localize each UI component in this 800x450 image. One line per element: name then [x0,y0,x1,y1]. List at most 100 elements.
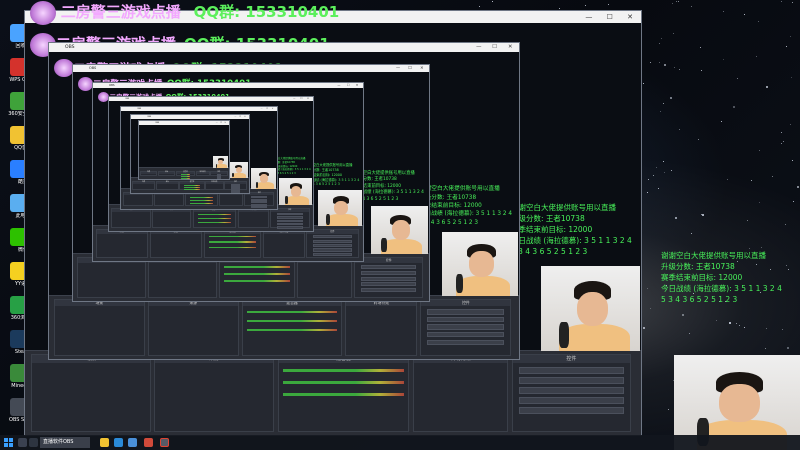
dock-header: 场景 [133,182,155,184]
streamer-name: 二房警三游戏点播 [60,3,181,21]
dock-scenes: 场景 [95,229,149,258]
webcam-feed [371,206,428,254]
dock-scenes: 场景 [132,181,156,190]
window-title: OBS [147,116,152,118]
control-button[interactable] [313,239,352,243]
control-button[interactable] [361,264,417,269]
control-button[interactable] [251,206,268,209]
dock-controls: 控件 [224,181,248,193]
taskbar-obs-button[interactable]: 直播软件OBS [40,437,90,448]
control-button[interactable] [277,223,303,226]
app-icon[interactable] [144,438,153,447]
store-icon[interactable] [128,438,137,447]
webcam-feed [541,266,640,351]
dock-sources: 来源 [155,181,179,190]
dock-mixer: 混音器 [175,171,196,179]
webcam-feed [279,178,312,205]
star [796,185,799,188]
dock-controls: 控件 [354,257,424,298]
control-button[interactable] [313,235,352,239]
control-button[interactable] [518,407,625,414]
control-button[interactable] [427,316,505,323]
obs-dock-panel: 场景来源混音器转场特效控件 [49,295,519,359]
star [781,328,783,330]
star [558,7,560,9]
control-button[interactable] [217,178,221,179]
star [785,264,787,266]
obs-window-frame: OBS— ☐ ✕场景来源混音器转场特效控件 [138,120,230,180]
dock-sources: 来源 [154,354,274,432]
control-button[interactable] [277,226,303,229]
today-stats-text: 今日战绩 (海拉德慕): 3 5 1 1 3 2 4 [661,284,782,293]
control-button[interactable] [277,219,303,222]
overlay-line: 5 3 4 3 6 5 2 5 1 2 3 [419,219,479,226]
dock-transitions: 转场特效 [205,181,224,190]
dock-scenes: 场景 [111,208,151,228]
star [772,175,774,177]
window-title-bar[interactable]: OBS— ☐ ✕ [73,65,429,72]
search-icon[interactable] [18,438,27,447]
dock-scenes: 场景 [122,192,153,206]
dock-transitions: 转场特效 [237,208,269,228]
audio-meter [197,217,232,219]
overlay-line: 5 3 4 3 6 5 2 5 1 2 3 [306,182,340,187]
control-button[interactable] [427,332,505,338]
dock-sources: 来源 [147,299,239,356]
audio-meter [184,187,200,189]
dock-mixer: 混音器 [179,181,205,191]
dock-sources: 来源 [153,192,184,206]
dock-header: 控件 [355,258,423,263]
explorer-icon[interactable] [100,438,109,447]
star [681,314,684,317]
control-button[interactable] [427,324,505,330]
control-button[interactable] [427,339,505,346]
stats-overlay: 谢谢空白大佬提供账号用以直播 升级分数: 王者10738 赛季结束前目标: 1200… [354,171,424,203]
control-button[interactable] [361,282,417,287]
control-button[interactable] [231,192,241,193]
windows-start-icon[interactable] [4,438,13,447]
dock-mixer: 混音器 [192,208,237,228]
dock-header: 控件 [512,355,631,363]
control-button[interactable] [277,213,303,216]
star [746,219,748,221]
edge-icon[interactable] [114,438,123,447]
control-button[interactable] [518,367,625,374]
control-button[interactable] [361,276,417,281]
channel-logo [54,59,74,78]
dock-header: 控件 [307,230,358,234]
overlay-line: 赛季结束前目标: 12000 [510,224,593,234]
audio-meter [197,221,232,223]
control-button[interactable] [277,216,303,219]
control-button[interactable] [361,270,417,275]
star [793,200,794,202]
control-button[interactable] [518,387,625,394]
taskbar: 直播软件OBS [0,435,800,450]
control-button[interactable] [361,288,417,293]
control-button[interactable] [313,248,352,252]
star [660,37,662,39]
star [701,69,703,71]
star [765,85,768,88]
audio-meter [282,393,405,396]
window-title-bar[interactable]: OBS— ☐ ✕ [49,43,519,53]
task-view-icon[interactable] [29,438,38,447]
audio-meter [282,381,405,384]
dock-mixer: 混音器 [184,192,219,206]
star [655,167,657,169]
dock-controls: 控件 [511,354,632,432]
control-button[interactable] [518,397,625,404]
dock-transitions: 转场特效 [219,192,244,206]
window-title: OBS [65,45,75,50]
control-button[interactable] [518,377,625,384]
dock-scenes: 场景 [139,171,158,176]
control-button[interactable] [427,309,505,315]
control-button[interactable] [313,244,352,248]
window-controls[interactable]: — ☐ ✕ [585,11,639,23]
dock-transitions: 转场特效 [195,171,210,176]
webcam-feed [318,190,362,226]
obs-taskbar-icon[interactable] [160,438,169,447]
digits-text: 5 3 4 3 6 5 2 5 1 2 3 [661,295,738,304]
control-button[interactable] [313,252,352,256]
audio-meter [184,184,200,186]
star [678,68,680,70]
